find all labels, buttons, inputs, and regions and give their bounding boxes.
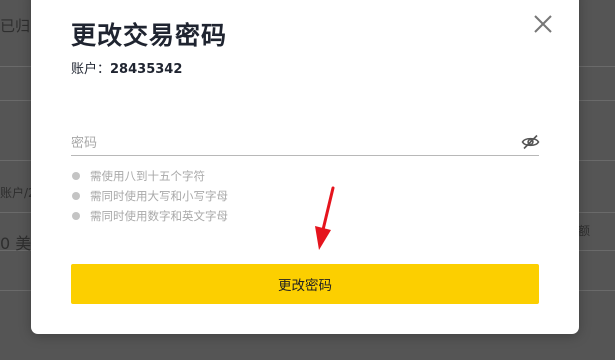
requirement-item: 需使用八到十五个字符 [71,166,228,186]
change-password-button[interactable]: 更改密码 [71,264,539,304]
account-label: 账户： [71,62,111,77]
password-input[interactable] [71,131,539,156]
bullet-icon [72,212,80,220]
requirement-item: 需同时使用大写和小写字母 [71,186,228,206]
account-number: 28435342 [110,62,183,77]
modal-overlay: 已归 账户/2 0 美 额 更改交易密码 账户：28435342 需使用八到十五… [0,0,615,360]
red-arrow-annotation-icon [315,186,335,250]
requirement-text: 需同时使用数字和英文字母 [90,209,228,223]
requirement-text: 需使用八到十五个字符 [90,169,205,183]
dialog-title: 更改交易密码 [71,21,228,50]
requirement-item: 需同时使用数字和英文字母 [71,206,228,226]
toggle-password-visibility[interactable] [521,134,540,150]
change-trading-password-dialog: 更改交易密码 账户：28435342 需使用八到十五个字符 需同时使用大写和小写… [31,0,579,334]
password-requirements: 需使用八到十五个字符 需同时使用大写和小写字母 需同时使用数字和英文字母 [71,166,228,226]
bullet-icon [72,172,80,180]
close-button[interactable] [529,10,557,38]
close-icon [534,15,552,33]
requirement-text: 需同时使用大写和小写字母 [90,189,228,203]
bullet-icon [72,192,80,200]
background-amount-text: 0 美 [0,234,32,253]
background-column-text: 额 [578,224,591,238]
eye-slash-icon [521,134,540,150]
account-info: 账户：28435342 [71,58,182,77]
background-status-text: 已归 [0,17,31,35]
